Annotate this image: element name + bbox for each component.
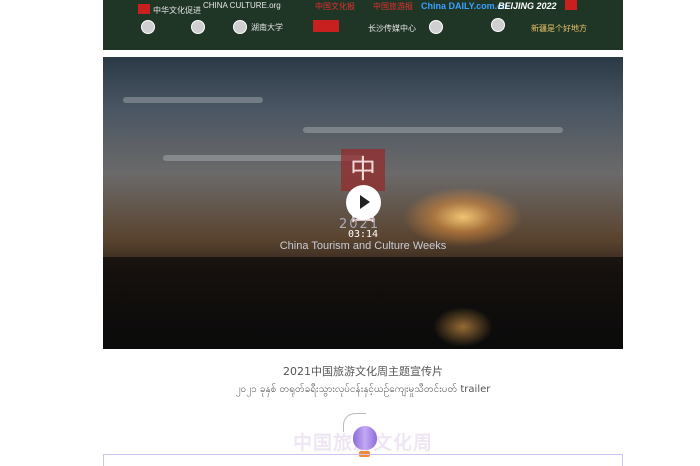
- partner-seal-icon: [138, 4, 150, 14]
- sea-reflection: [433, 307, 493, 347]
- partner-seal-icon: [565, 0, 577, 10]
- partner-emblem-icon: [191, 20, 205, 34]
- partner-logo: 新疆是个好地方: [531, 24, 587, 33]
- hot-air-balloon-icon: [353, 426, 377, 450]
- partner-logo: CHINA CULTURE.org: [203, 1, 281, 10]
- video-caption-chinese: 2021中国旅游文化周主题宣传片: [283, 365, 443, 378]
- partner-logo: 长沙传媒中心: [368, 24, 416, 33]
- partner-logos-banner: 中华文化促进 CHINA CULTURE.org 中国文化报 中国旅游报 Chi…: [103, 0, 623, 50]
- cloud-decoration: [303, 127, 563, 133]
- partner-emblem-icon: [491, 18, 505, 32]
- partner-logo: China DAILY.com.cn: [421, 1, 508, 11]
- video-duration: 03:14: [347, 229, 379, 240]
- partner-logo: 中国旅游报: [373, 2, 413, 11]
- cloud-decoration: [123, 97, 263, 103]
- partner-emblem-icon: [233, 20, 247, 34]
- partner-logo: 中华文化促进: [153, 6, 201, 15]
- partner-logo: 湖南大学: [251, 23, 283, 32]
- partner-logo: 中国文化报: [315, 2, 355, 11]
- partner-logo: BEIJING 2022: [498, 1, 557, 11]
- video-title: China Tourism and Culture Weeks: [279, 240, 447, 252]
- partner-emblem-icon: [141, 20, 155, 34]
- promo-video-player[interactable]: 中国 2021 China Tourism and Culture Weeks …: [103, 57, 623, 349]
- content-card-frame: [103, 454, 623, 466]
- cloud-decoration: [163, 155, 363, 161]
- play-icon[interactable]: [346, 185, 381, 220]
- partner-seal-icon: [313, 20, 339, 32]
- landscape-silhouette: [103, 257, 623, 349]
- video-caption-myanmar: ၂၀၂၁ ခုနှစ် တရုတ်ခရီးသွားလုပ်ငန်းနှင့်ယဉ…: [235, 384, 491, 395]
- partner-emblem-icon: [429, 20, 443, 34]
